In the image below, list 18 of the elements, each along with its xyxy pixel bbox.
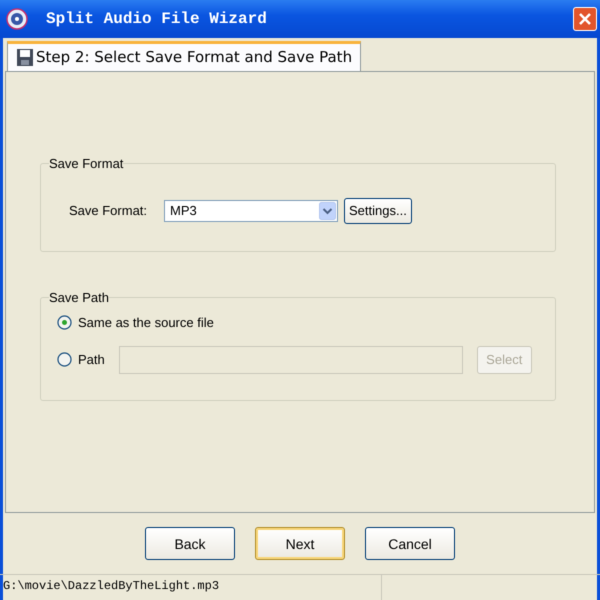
dialog-button[interactable]: Cancel [365,527,455,560]
group-title: Save Format [49,156,124,171]
status-text: G:\movie\DazzledByTheLight.mp3 [0,575,382,600]
app-icon [6,8,28,30]
field-label: Save Format: [69,203,148,218]
radio-button[interactable] [57,314,72,330]
dialog-button[interactable]: Back [145,527,235,560]
tab[interactable]: Step 2: Select Save Format and Save Path [7,40,362,71]
format-dropdown[interactable]: MP3 [164,200,338,222]
radio-button[interactable] [57,352,72,368]
radio-label: Same as the source file [78,314,214,330]
dialog-button[interactable]: Next [255,527,345,560]
settings-button[interactable]: Settings... [344,198,412,224]
group-title: Save Path [49,290,109,305]
close-icon[interactable] [578,12,592,26]
radio-label: Path [78,352,105,368]
window-title: Split Audio File Wizard [46,10,268,28]
close-button[interactable] [573,6,597,31]
